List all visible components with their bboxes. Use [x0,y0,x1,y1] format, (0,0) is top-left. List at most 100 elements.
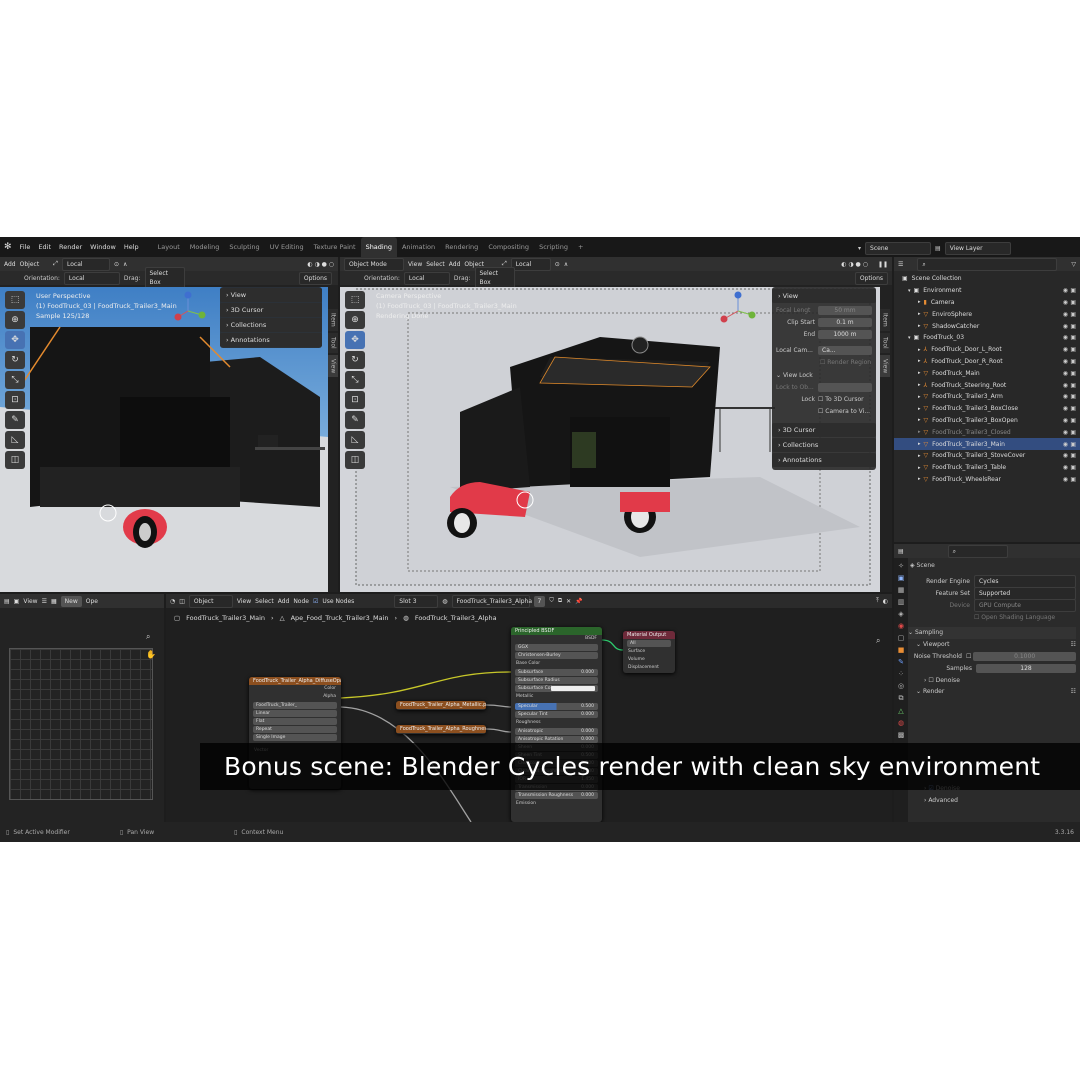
menu-edit[interactable]: Edit [34,243,55,251]
menu-window[interactable]: Window [86,243,120,251]
scale-tool-right[interactable]: ⤡ [345,371,365,389]
measure-tool[interactable]: ◺ [5,431,25,449]
collapse-chevron-icon[interactable]: ▾ [908,335,911,341]
npanel-tab-tool[interactable]: Tool [328,333,338,353]
bsdf-input-row[interactable]: Subsurface Radius [515,677,598,685]
render-chevron-icon[interactable]: ⌄ [916,688,923,695]
principled-bsdf-node[interactable]: Principled BSDF BSDF GGX Christensen-Burl… [511,627,602,822]
lock-to-object-field[interactable] [818,383,872,393]
roughness-node-title[interactable]: FoodTruck_Trailer_Alpha_Roughness.png [396,725,486,733]
orientation-dropdown[interactable]: Local [63,271,120,285]
object-menu[interactable]: Object [20,261,40,268]
scene-selector[interactable]: Scene [865,242,932,255]
output-tab-icon[interactable]: ▦ [898,586,905,594]
render-camera-icon[interactable]: ▣ [1070,417,1076,424]
expand-chevron-icon[interactable]: ▸ [918,370,921,376]
scale-tool[interactable]: ⤡ [5,371,25,389]
material-tab-icon[interactable]: ◍ [898,719,904,727]
transform-tool[interactable]: ⊡ [5,391,25,409]
npanel-annotations[interactable]: › Annotations [220,333,322,347]
npanel-tab-view[interactable]: View [328,355,338,377]
expand-chevron-icon[interactable]: ▸ [918,453,921,459]
orientation-dropdown-right[interactable]: Local [403,271,450,285]
expand-chevron-icon[interactable]: ▸ [918,358,921,364]
outliner-row[interactable]: ▸ ⅄ FoodTruck_Door_R_Root ◉ ▣ [894,356,1080,368]
render-camera-icon[interactable]: ▣ [1070,323,1076,330]
npanel-collections-right[interactable]: › Collections [772,438,876,453]
color-swatch[interactable] [551,686,595,692]
render-camera-icon[interactable]: ▣ [1070,370,1076,377]
select-box-tool-right[interactable]: ⬚ [345,291,365,309]
list-icon-2[interactable]: ☷ [1071,688,1076,695]
tab-animation[interactable]: Animation [397,237,440,257]
outliner-row[interactable]: ▸ ▽ FoodTruck_Trailer3_Table ◉ ▣ [894,462,1080,474]
blender-logo-icon[interactable]: ✻ [4,242,12,252]
cursor-tool-right[interactable]: ⊕ [345,311,365,329]
view-lock-chevron-icon[interactable]: ⌄ [776,372,783,379]
expand-chevron-icon[interactable]: ▸ [918,382,921,388]
render-camera-icon[interactable]: ▣ [1070,405,1076,412]
visibility-eye-icon[interactable]: ◉ [1063,323,1068,330]
move-tool-right[interactable]: ✥ [345,331,365,349]
tab-modeling[interactable]: Modeling [185,237,225,257]
output-volume-socket[interactable]: Volume [623,656,675,664]
outliner-row[interactable]: ▾ ▣ Environment ◉ ▣ [894,285,1080,297]
viewport-right-canvas[interactable]: Camera Perspective (1) FoodTruck_03 | Fo… [340,287,880,592]
options-dropdown[interactable]: Options [298,271,332,285]
denoise-subpanel[interactable]: Denoise [936,677,960,684]
expand-chevron-icon[interactable]: ▸ [918,417,921,423]
npanel-tab-view-right[interactable]: View [880,355,890,377]
open-image-button[interactable]: Ope [86,598,98,605]
pan-hand-icon[interactable]: ✋ [146,650,156,659]
render-camera-icon[interactable]: ▣ [1070,382,1076,389]
roughness-texture-node[interactable]: FoodTruck_Trailer_Alpha_Roughness.png [396,725,486,734]
viewport-shading-icon-right[interactable]: ◐ ◑ ● ○ [841,261,868,268]
bsdf-input-row[interactable]: Subsurface 0.000 [515,669,598,677]
list-icon[interactable]: ☷ [1071,641,1076,648]
npanel-collections[interactable]: › Collections [220,318,322,332]
metallic-node-title[interactable]: FoodTruck_Trailer_Alpha_Metallic.png [396,701,486,709]
render-camera-icon[interactable]: ▣ [1070,452,1076,459]
expand-chevron-icon[interactable]: ▸ [918,323,921,329]
tab-texture-paint[interactable]: Texture Paint [309,237,361,257]
outliner-row[interactable]: ▸ ▽ FoodTruck_Main ◉ ▣ [894,367,1080,379]
mode-dropdown[interactable]: Object Mode [344,257,404,271]
view-layer-selector[interactable]: View Layer [944,242,1011,255]
world-tab-icon[interactable]: ◉ [898,622,904,630]
clip-start-field[interactable]: 0.1 m [818,318,872,328]
render-tab-icon[interactable]: ▣ [898,574,905,582]
render-camera-icon[interactable]: ▣ [1070,476,1076,483]
collapse-chevron-icon[interactable]: ▾ [908,288,911,294]
measure-tool-right[interactable]: ◺ [345,431,365,449]
data-tab-icon[interactable]: △ [898,707,903,715]
constraints-tab-icon[interactable]: ⧉ [899,694,904,703]
image-editor-type-icon[interactable]: ▤ [4,598,10,605]
outliner-row[interactable]: ▸ ▽ FoodTruck_Trailer3_BoxOpen ◉ ▣ [894,415,1080,427]
outliner-row[interactable]: ▸ ▽ FoodTruck_Trailer3_Closed ◉ ▣ [894,426,1080,438]
image-node-interpolation[interactable]: Linear [253,710,337,718]
options-dropdown-right[interactable]: Options [854,271,888,285]
expand-chevron-icon[interactable]: ▸ [918,347,921,353]
bsdf-input-row[interactable]: Anisotropic 0.000 [515,727,598,735]
visibility-eye-icon[interactable]: ◉ [1063,405,1068,412]
image-menu-icon[interactable]: ☰ [42,598,47,605]
filter-icon[interactable]: ▽ [1071,261,1076,268]
visibility-eye-icon[interactable]: ◉ [1063,382,1068,389]
visibility-eye-icon[interactable]: ◉ [1063,358,1068,365]
noise-threshold-field[interactable]: 0.1000 [973,651,1076,661]
view-layer-tab-icon[interactable]: ▥ [898,598,905,606]
add-menu-right[interactable]: Add [449,261,461,268]
physics-tab-icon[interactable]: ◎ [898,682,904,690]
focal-length-field[interactable]: 50 mm [818,306,872,316]
material-output-node[interactable]: Material Output All Surface Volume Displ… [623,631,675,673]
rotate-tool-right[interactable]: ↻ [345,351,365,369]
transform-orientation-icon[interactable]: ⤢ [53,260,58,268]
local-camera-field[interactable]: Ca... [818,345,872,355]
image-mode-icon[interactable]: ▣ [14,598,20,605]
render-camera-icon[interactable]: ▣ [1070,346,1076,353]
annotate-tool[interactable]: ✎ [5,411,25,429]
clip-end-field[interactable]: 1000 m [818,329,872,339]
drag-dropdown[interactable]: Select Box [144,267,185,289]
pivot-dropdown-right[interactable]: Local [510,257,551,271]
cursor-tool[interactable]: ⊕ [5,311,25,329]
